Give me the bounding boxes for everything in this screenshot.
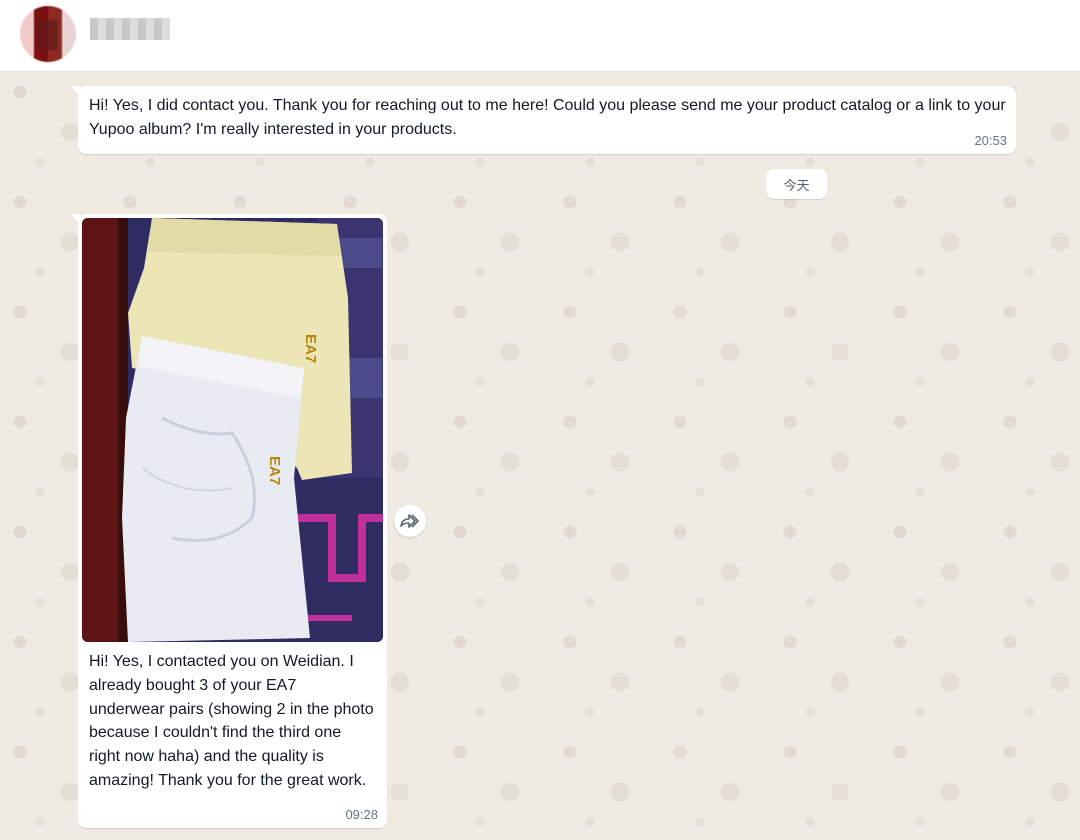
- chat-header: ██████: [0, 0, 1080, 72]
- ea7-logo-text: EA7: [302, 334, 319, 363]
- date-divider: 今天: [766, 169, 827, 199]
- message-timestamp: 20:53: [974, 133, 1007, 148]
- contact-name[interactable]: ██████: [90, 18, 170, 40]
- message-text: Hi! Yes, I did contact you. Thank you fo…: [89, 97, 1006, 138]
- message-text: Hi! Yes, I contacted you on Weidian. I a…: [89, 653, 374, 789]
- photo-illustration: EA7 EA7: [82, 218, 383, 642]
- message-bubble-incoming[interactable]: Hi! Yes, I did contact you. Thank you fo…: [70, 86, 1016, 154]
- forward-button[interactable]: [394, 505, 426, 537]
- forward-icon: [400, 514, 419, 528]
- message-timestamp: 09:28: [345, 807, 378, 822]
- image-message-bubble[interactable]: EA7 EA7 Hi! Yes, I contacted you on Weid…: [70, 214, 387, 828]
- message-photo[interactable]: EA7 EA7: [82, 218, 383, 642]
- ea7-logo-text: EA7: [266, 456, 283, 485]
- avatar[interactable]: [20, 6, 76, 62]
- bubble-tail: [70, 86, 80, 96]
- bubble-tail: [70, 214, 80, 224]
